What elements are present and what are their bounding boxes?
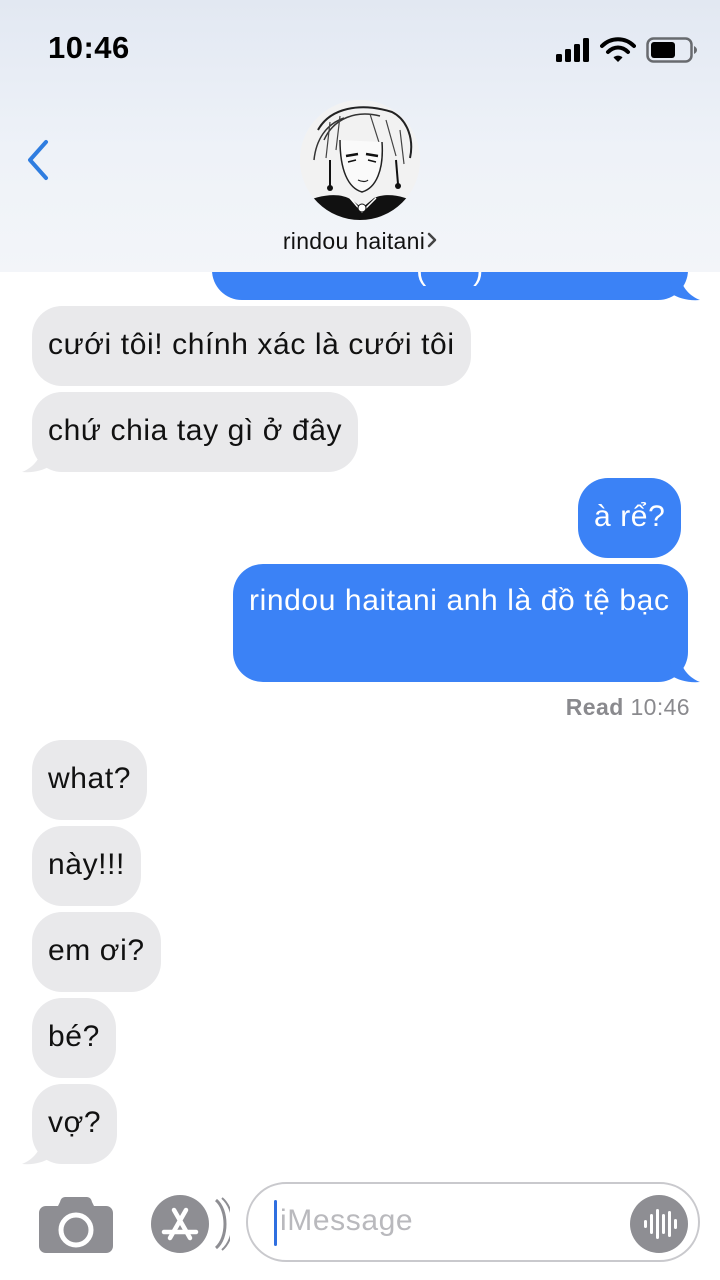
message-text: bé? (48, 1020, 100, 1053)
conversation-header: 10:46 rindou haitani (0, 0, 720, 272)
status-time: 10:46 (48, 30, 130, 65)
message-text: này!!! (48, 848, 125, 881)
battery-icon (646, 37, 697, 63)
message-text: cưới tôi! chính xác là cưới tôi (48, 328, 455, 361)
cellular-signal-icon (556, 38, 589, 62)
message-text: à rể? (594, 500, 666, 533)
back-chevron-icon[interactable] (22, 138, 56, 182)
voice-message-button[interactable] (630, 1195, 688, 1253)
message-bubble-incoming[interactable]: what? (32, 740, 148, 820)
wifi-icon (600, 37, 636, 62)
text-cursor (274, 1200, 277, 1246)
message-bubble-incoming[interactable]: cưới tôi! chính xác là cưới tôi (32, 306, 471, 386)
read-receipt: Read 10:46 (566, 694, 690, 721)
bubble-tail (22, 1140, 52, 1165)
message-bubble-incoming[interactable]: bé? (32, 998, 116, 1078)
contact-name: rindou haitani (282, 228, 426, 254)
audio-waveform-icon (644, 1209, 677, 1239)
contact-name-button[interactable]: rindou haitani (0, 228, 720, 255)
message-text: rindou haitani anh là đồ tệ bạc (249, 584, 670, 617)
message-bubble-incoming[interactable]: em ơi? (32, 912, 161, 992)
message-placeholder: iMessage (280, 1204, 414, 1237)
message-bubble-incoming[interactable]: chứ chia tay gì ở đây (32, 392, 359, 472)
message-text: what? (48, 762, 132, 795)
message-text: chứ chia tay gì ở đây (48, 414, 343, 447)
bubble-tail (670, 276, 700, 301)
app-store-icon[interactable] (150, 1194, 230, 1254)
message-bubble-outgoing[interactable]: à rể? (578, 478, 682, 558)
message-text: vợ? (48, 1106, 102, 1139)
message-bubble-outgoing[interactable]: rindou haitani anh là đồ tệ bạc (233, 564, 688, 682)
chevron-right-icon (427, 232, 437, 248)
read-time: 10:46 (630, 694, 690, 720)
bubble-tail (22, 448, 52, 473)
read-label: Read (565, 694, 624, 720)
camera-icon[interactable] (38, 1196, 114, 1254)
bubble-tail (670, 658, 700, 683)
message-text: em ơi? (48, 934, 145, 967)
status-icons (556, 34, 698, 66)
message-bubble-incoming[interactable]: này!!! (32, 826, 141, 906)
contact-avatar[interactable] (300, 100, 420, 220)
avatar-portrait-icon (300, 100, 420, 220)
